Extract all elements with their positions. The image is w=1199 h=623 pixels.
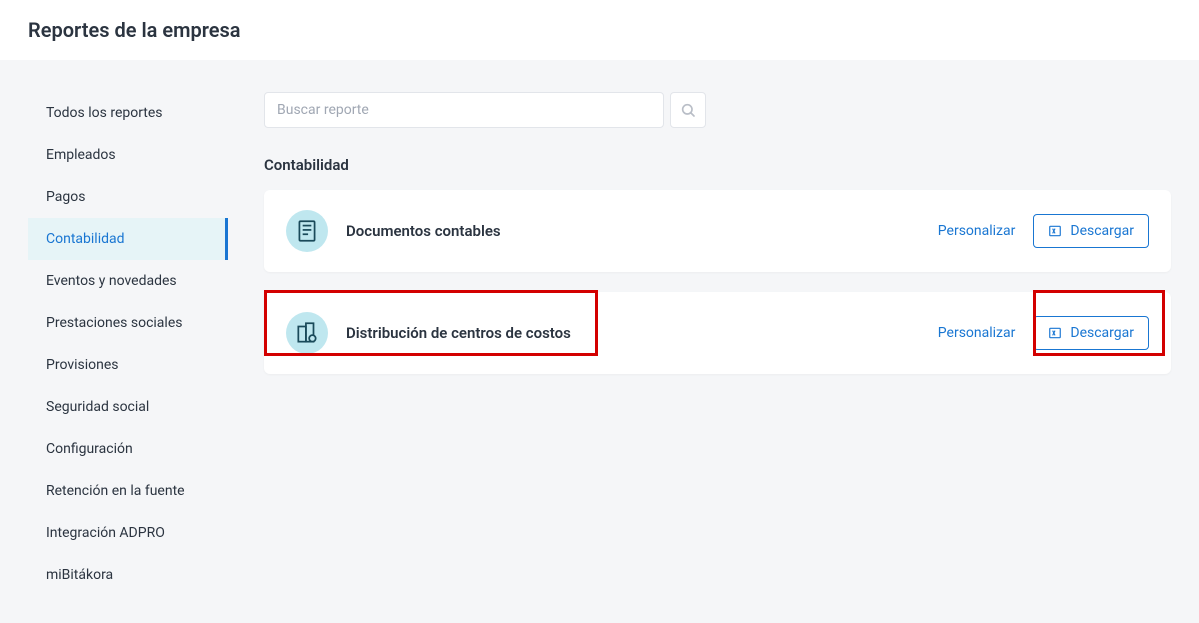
sidebar-item-contabilidad[interactable]: Contabilidad bbox=[28, 218, 228, 260]
sidebar-item-retencion-en-la-fuente[interactable]: Retención en la fuente bbox=[28, 470, 228, 512]
search-row bbox=[264, 92, 1171, 128]
search-button[interactable] bbox=[670, 92, 706, 128]
report-card-distribucion-centros-costos: Distribución de centros de costos Person… bbox=[264, 292, 1171, 374]
report-card-wrapper: Documentos contables Personalizar Descar… bbox=[264, 190, 1171, 272]
report-card-documentos-contables: Documentos contables Personalizar Descar… bbox=[264, 190, 1171, 272]
personalize-link[interactable]: Personalizar bbox=[938, 223, 1016, 239]
report-card-wrapper: Distribución de centros de costos Person… bbox=[264, 292, 1171, 374]
page-title: Reportes de la empresa bbox=[28, 18, 1171, 42]
sidebar-item-configuracion[interactable]: Configuración bbox=[28, 428, 228, 470]
card-actions: Personalizar Descargar bbox=[938, 214, 1149, 248]
search-input[interactable] bbox=[264, 92, 664, 128]
sidebar-item-integracion-adpro[interactable]: Integración ADPRO bbox=[28, 512, 228, 554]
sidebar-item-provisiones[interactable]: Provisiones bbox=[28, 344, 228, 386]
card-actions: Personalizar Descargar bbox=[938, 316, 1149, 350]
excel-icon bbox=[1048, 326, 1062, 340]
sidebar-item-todos-los-reportes[interactable]: Todos los reportes bbox=[28, 92, 228, 134]
sidebar: Todos los reportes Empleados Pagos Conta… bbox=[28, 92, 228, 596]
sidebar-item-pagos[interactable]: Pagos bbox=[28, 176, 228, 218]
download-button[interactable]: Descargar bbox=[1033, 214, 1149, 248]
sidebar-item-mibitakora[interactable]: miBitákora bbox=[28, 554, 228, 596]
main-container: Todos los reportes Empleados Pagos Conta… bbox=[0, 60, 1199, 616]
section-title: Contabilidad bbox=[264, 156, 1171, 174]
sidebar-item-prestaciones-sociales[interactable]: Prestaciones sociales bbox=[28, 302, 228, 344]
sidebar-item-eventos-y-novedades[interactable]: Eventos y novedades bbox=[28, 260, 228, 302]
report-title: Distribución de centros de costos bbox=[346, 324, 938, 342]
download-button[interactable]: Descargar bbox=[1033, 316, 1149, 350]
sidebar-item-seguridad-social[interactable]: Seguridad social bbox=[28, 386, 228, 428]
sidebar-item-empleados[interactable]: Empleados bbox=[28, 134, 228, 176]
header-bar: Reportes de la empresa bbox=[0, 0, 1199, 60]
download-label: Descargar bbox=[1070, 325, 1134, 341]
download-label: Descargar bbox=[1070, 223, 1134, 239]
building-icon bbox=[286, 312, 328, 354]
report-title: Documentos contables bbox=[346, 222, 938, 240]
content-area: Contabilidad Documentos contables Person… bbox=[264, 92, 1171, 596]
search-icon bbox=[680, 102, 696, 118]
personalize-link[interactable]: Personalizar bbox=[938, 325, 1016, 341]
document-icon bbox=[286, 210, 328, 252]
excel-icon bbox=[1048, 224, 1062, 238]
